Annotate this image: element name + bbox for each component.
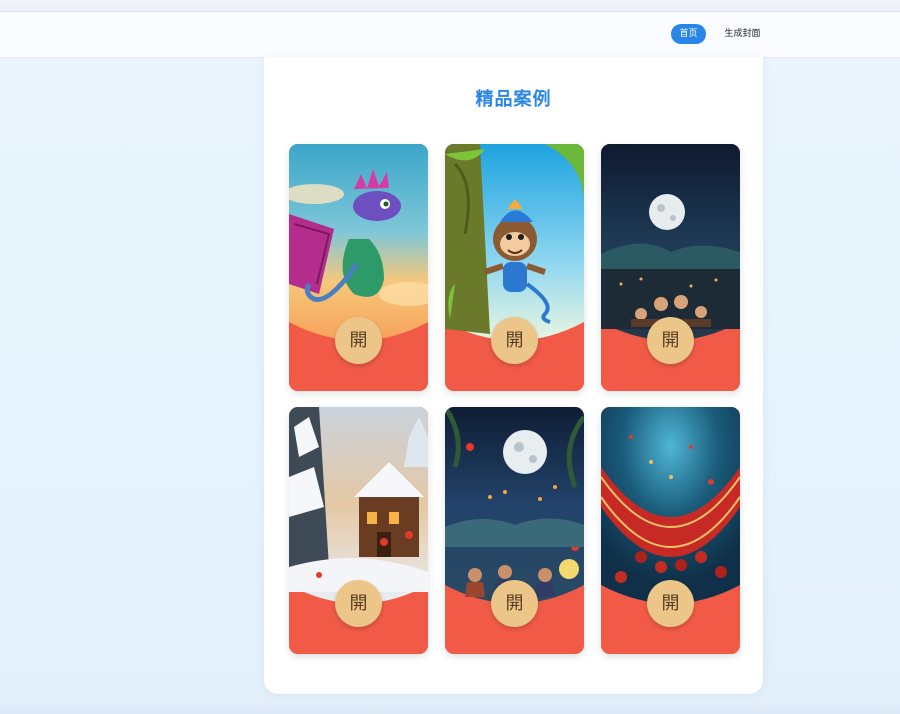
open-badge[interactable]: 開 [491, 580, 538, 627]
nav-home-button[interactable]: 首页 [671, 24, 706, 44]
open-badge[interactable]: 開 [335, 317, 382, 364]
open-badge[interactable]: 開 [491, 317, 538, 364]
page-bottom-edge [0, 700, 900, 714]
main-panel: 精品案例 開 開 開 開 開 開 [264, 57, 763, 694]
case-card-moon-lantern[interactable]: 開 [445, 407, 584, 654]
nav-generate-cover-link[interactable]: 生成封面 [720, 24, 765, 44]
open-badge[interactable]: 開 [647, 580, 694, 627]
case-card-moon-night[interactable]: 開 [601, 144, 740, 391]
open-badge[interactable]: 開 [335, 580, 382, 627]
case-card-dragon[interactable]: 開 [289, 144, 428, 391]
case-card-monkey[interactable]: 開 [445, 144, 584, 391]
case-card-snowy-village[interactable]: 開 [289, 407, 428, 654]
top-navbar: 首页 生成封面 [0, 12, 900, 58]
browser-top-strip [0, 0, 900, 12]
case-card-red-festive[interactable]: 開 [601, 407, 740, 654]
page-title: 精品案例 [475, 89, 552, 110]
open-badge[interactable]: 開 [647, 317, 694, 364]
